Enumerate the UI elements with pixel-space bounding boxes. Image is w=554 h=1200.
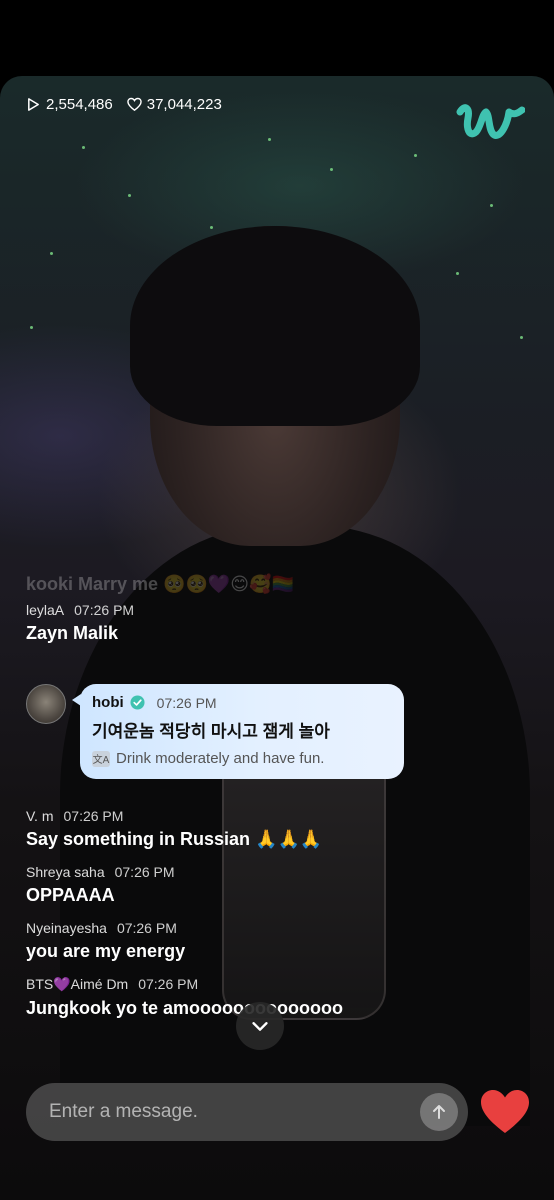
translation-text: Drink moderately and have fun. [116, 750, 325, 767]
chat-text: Zayn Malik [26, 623, 119, 643]
chat-message: Nyeinayesha 07:26 PM you are my energy [26, 920, 526, 962]
translate-icon: 文A [92, 750, 110, 767]
artist-username[interactable]: hobi [92, 694, 124, 711]
send-button[interactable] [420, 1093, 458, 1131]
chat-time: 07:26 PM [114, 864, 175, 880]
message-input[interactable]: Enter a message. [49, 1101, 420, 1123]
artist-text: 기여운놈 적당히 마시고 잼게 놀아 [92, 722, 330, 741]
chat-username[interactable]: Shreya saha [26, 864, 105, 880]
verified-badge-icon [130, 695, 145, 710]
chat-feed-lower[interactable]: V. m 07:26 PM Say something in Russian 🙏… [26, 808, 526, 1033]
like-heart-button[interactable] [480, 1089, 530, 1135]
faded-chat-message: kooki Marry me 🥺🥺💜😊🥰🏳️‍🌈 [26, 574, 294, 594]
chat-message: Shreya saha 07:26 PM OPPAAAA [26, 864, 526, 906]
like-count: 37,044,223 [126, 96, 222, 113]
chat-username[interactable]: V. m [26, 808, 54, 824]
chat-message: leylaA 07:26 PM Zayn Malik [26, 602, 526, 644]
heart-outline-icon [126, 97, 142, 112]
chat-username[interactable]: leylaA [26, 602, 64, 618]
chat-time: 07:26 PM [74, 602, 135, 618]
chat-text: you are my energy [26, 941, 186, 961]
chat-time: 07:26 PM [63, 808, 124, 824]
play-count-value: 2,554,486 [46, 96, 113, 113]
chat-time: 07:26 PM [138, 976, 199, 992]
chat-username[interactable]: Nyeinayesha [26, 920, 107, 936]
artist-message: hobi 07:26 PM 기여운놈 적당히 마시고 잼게 놀아 文A Drin… [26, 684, 404, 779]
artist-time: 07:26 PM [156, 694, 217, 711]
stream-stats: 2,554,486 37,044,223 [26, 96, 222, 113]
chat-feed[interactable]: kooki Marry me 🥺🥺💜😊🥰🏳️‍🌈 leylaA 07:26 PM… [26, 574, 526, 658]
translation-row: 文A Drink moderately and have fun. [92, 750, 392, 767]
scroll-down-button[interactable] [236, 1002, 284, 1050]
arrow-up-icon [433, 1105, 445, 1119]
chevron-down-icon [252, 1022, 268, 1031]
play-count: 2,554,486 [26, 96, 113, 113]
artist-bubble: hobi 07:26 PM 기여운놈 적당히 마시고 잼게 놀아 文A Drin… [72, 684, 404, 779]
like-count-value: 37,044,223 [146, 96, 222, 113]
artist-avatar[interactable] [26, 684, 66, 724]
message-input-bar[interactable]: Enter a message. [26, 1083, 468, 1141]
weverse-logo-icon[interactable] [455, 98, 525, 146]
chat-message: V. m 07:26 PM Say something in Russian 🙏… [26, 808, 526, 850]
chat-time: 07:26 PM [116, 920, 177, 936]
chat-username[interactable]: BTS💜Aimé Dm [26, 976, 128, 993]
play-icon [28, 98, 39, 111]
chat-text: OPPAAAA [26, 885, 115, 905]
chat-text: Say something in Russian 🙏🙏🙏 [26, 829, 323, 849]
